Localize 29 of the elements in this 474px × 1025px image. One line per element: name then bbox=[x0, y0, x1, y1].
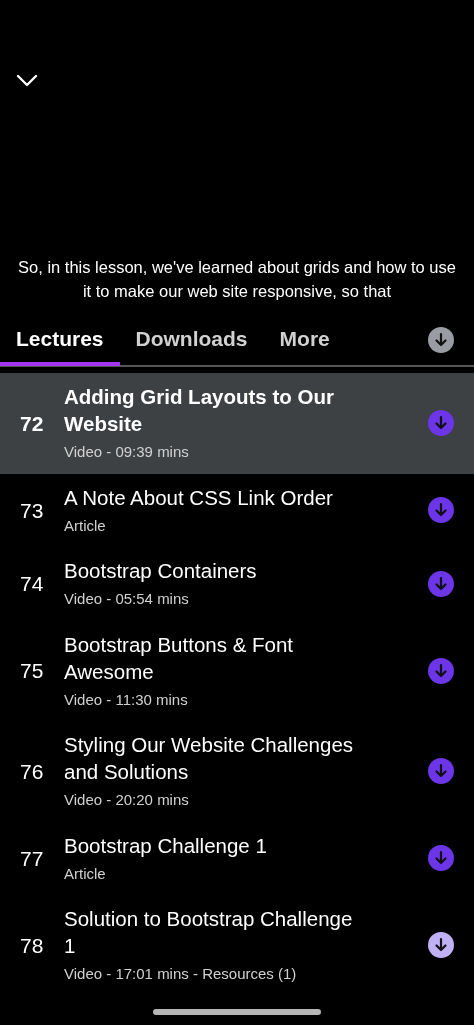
lecture-title: Bootstrap Buttons & Font Awesome bbox=[64, 631, 295, 685]
download-icon[interactable] bbox=[428, 932, 454, 959]
tab[interactable]: Lectures bbox=[0, 316, 120, 366]
lecture-title: Bootstrap Challenge 1 bbox=[64, 832, 268, 859]
collapse-chevron-icon[interactable] bbox=[16, 74, 38, 88]
tab[interactable]: Downloads bbox=[119, 316, 264, 366]
tab[interactable]: More bbox=[263, 316, 346, 366]
lecture-title: Adding Grid Layouts to Our Website bbox=[64, 384, 335, 437]
lecture-meta: Article bbox=[64, 863, 107, 884]
lecture-title: Solution to Bootstrap Challenge 1 bbox=[64, 906, 354, 959]
lecture-number: 78 bbox=[20, 932, 45, 959]
lecture-number: 75 bbox=[20, 658, 45, 684]
lecture-meta: Video - 20:20 mins bbox=[64, 790, 190, 810]
lecture-number: 74 bbox=[20, 571, 45, 597]
lecture-meta: Video - 11:30 mins bbox=[64, 689, 189, 710]
lecture-title: Styling Our Website Challenges and Solutions bbox=[64, 732, 355, 785]
lecture-title: A Note About CSS Link Order bbox=[64, 484, 334, 511]
lecture-meta: Video - 05:54 mins bbox=[64, 589, 190, 609]
lecture-number: 73 bbox=[20, 497, 45, 524]
lecture-meta: Video - 17:01 mins - Resources (1) bbox=[64, 964, 298, 984]
download-all-icon[interactable] bbox=[428, 327, 454, 353]
lecture-meta: Article bbox=[64, 515, 107, 536]
video-caption: So, in this lesson, we've learned about grids and how to use it to make our web site responsive, so that bbox=[17, 257, 457, 302]
lecture-number: 76 bbox=[20, 758, 45, 785]
lecture-meta: Video - 09:39 mins bbox=[64, 442, 190, 462]
lecture-number: 77 bbox=[20, 845, 45, 872]
lecture-title: Bootstrap Containers bbox=[64, 558, 258, 584]
lecture-number: 72 bbox=[20, 410, 45, 437]
lecture-row[interactable]: 72 Adding Grid Layouts to Our Website Video - 09:39 mins bbox=[0, 373, 474, 474]
